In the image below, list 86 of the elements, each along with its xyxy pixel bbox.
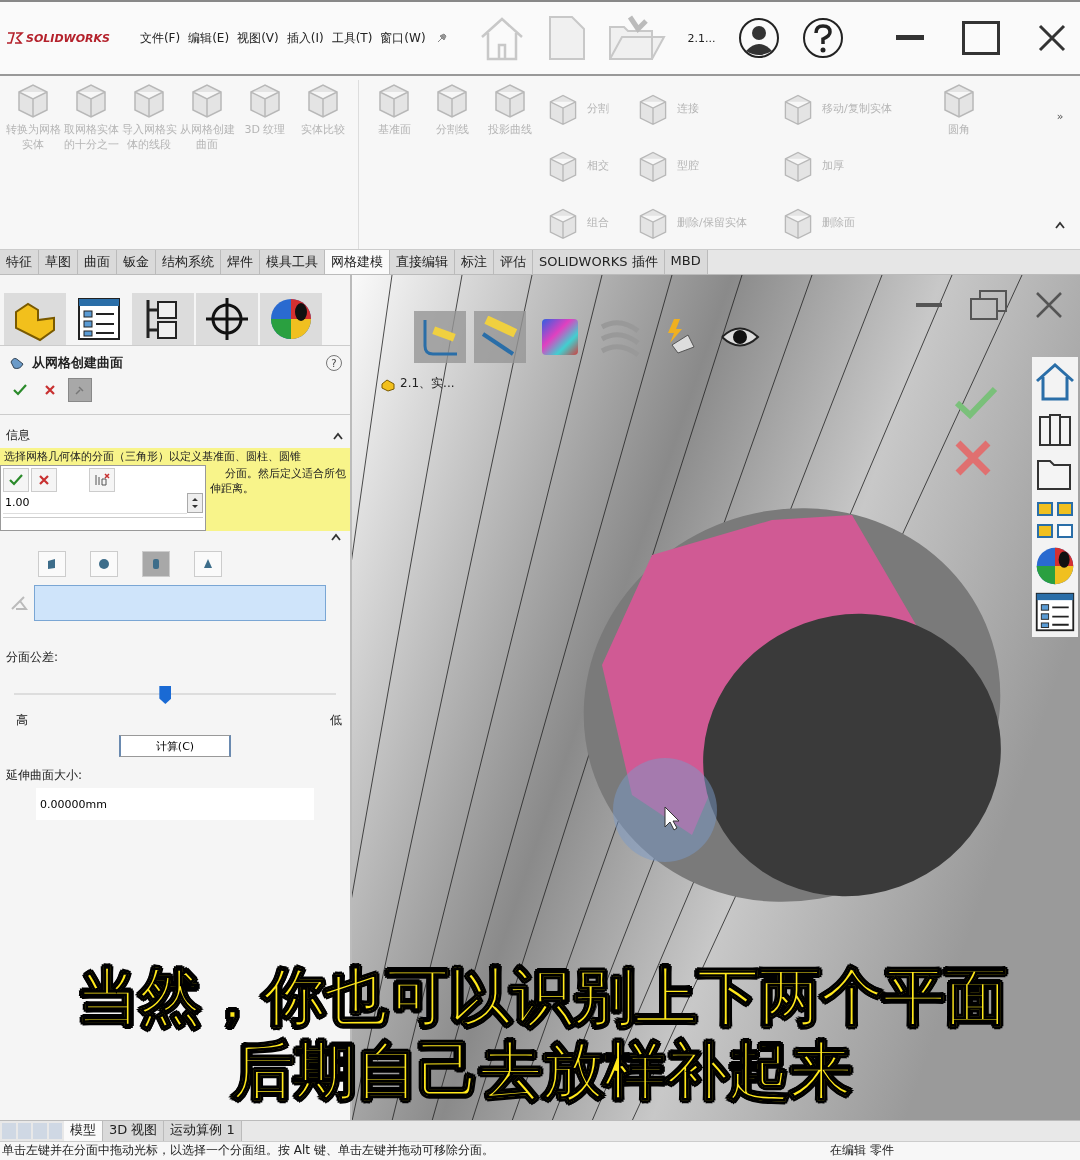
list-icon bbox=[76, 296, 122, 342]
ribbon-tab[interactable]: 标注 bbox=[455, 250, 494, 274]
ribbon-tab[interactable]: MBD bbox=[664, 250, 708, 274]
check-icon[interactable] bbox=[954, 385, 998, 419]
crosshair-icon bbox=[204, 296, 250, 342]
cancel-button[interactable] bbox=[31, 468, 57, 492]
ribbon-tab[interactable]: 焊件 bbox=[221, 250, 260, 274]
document-name[interactable]: 2.1... bbox=[687, 31, 716, 45]
color-ball-icon bbox=[268, 296, 314, 342]
minimize-icon[interactable] bbox=[896, 35, 924, 41]
plane-icon bbox=[46, 558, 58, 570]
shape-button[interactable] bbox=[90, 551, 118, 577]
subtitle-text: 当然，你也可以识别上下两个平面 bbox=[77, 960, 1007, 1034]
check-icon bbox=[9, 474, 23, 486]
tree-item[interactable]: 2.1、实... bbox=[400, 375, 455, 392]
cross-icon bbox=[39, 475, 49, 485]
info-text: 选择网格几何体的分面（三角形）以定义基准面、圆柱、圆锥 bbox=[0, 448, 350, 465]
shape-button[interactable] bbox=[142, 551, 170, 577]
shape-button[interactable] bbox=[38, 551, 66, 577]
user-icon[interactable] bbox=[737, 17, 780, 59]
ribbon-tab[interactable]: 模具工具 bbox=[260, 250, 325, 274]
help-icon[interactable] bbox=[801, 17, 844, 59]
section-heading: 信息 bbox=[6, 427, 30, 444]
pin-icon[interactable] bbox=[435, 32, 448, 44]
check-icon bbox=[13, 384, 27, 396]
slider-label: 低 bbox=[330, 712, 342, 729]
spin-arrows-icon bbox=[191, 496, 199, 510]
close-icon[interactable] bbox=[1038, 24, 1066, 52]
collapse-icon[interactable] bbox=[330, 533, 342, 541]
info-text: 伸距离。 bbox=[210, 481, 255, 496]
extend-size-field[interactable]: 0.00000mm bbox=[36, 788, 314, 820]
folder-icon[interactable] bbox=[1036, 457, 1074, 491]
info-text: 分面。然后定义适合所包 bbox=[225, 466, 346, 481]
menu-item[interactable]: 编辑(E) bbox=[184, 29, 234, 47]
ok-button[interactable] bbox=[3, 468, 29, 492]
cone-icon bbox=[202, 558, 214, 570]
subtitle-text: 后期自己去放样补起来 bbox=[232, 1034, 852, 1108]
shape-button[interactable] bbox=[194, 551, 222, 577]
panel-tab[interactable] bbox=[260, 293, 322, 345]
field-label: 延伸曲面大小: bbox=[5, 767, 84, 784]
logo-text: SOLIDWORKS bbox=[26, 31, 110, 45]
panel-tab[interactable] bbox=[132, 293, 194, 345]
maximize-icon[interactable] bbox=[962, 21, 1000, 55]
model-tab[interactable]: 运动算例 1 bbox=[164, 1121, 242, 1141]
more-tools-button[interactable]: » bbox=[1056, 110, 1064, 123]
status-message: 单击左键并在分面中拖动光标，以选择一个分面组。按 Alt 键、单击左键并拖动可移除分面。 bbox=[2, 1142, 494, 1159]
panel-title: 从网格创建曲面 bbox=[32, 354, 124, 372]
ribbon-tab[interactable]: 直接编辑 bbox=[390, 250, 455, 274]
ribbon-tab[interactable]: 网格建模 bbox=[325, 250, 390, 274]
ribbon-tab[interactable]: 钣金 bbox=[117, 250, 156, 274]
compute-button[interactable]: 计算(C) bbox=[119, 735, 231, 757]
home-icon[interactable] bbox=[1035, 363, 1075, 401]
reverse-icon bbox=[94, 473, 110, 487]
collapse-icon[interactable] bbox=[332, 431, 344, 440]
ribbon-tab[interactable]: SOLIDWORKS 插件 bbox=[533, 250, 665, 274]
pin-icon bbox=[75, 385, 85, 395]
slider-label: 高 bbox=[16, 712, 28, 729]
menu-item[interactable]: 文件(F) bbox=[135, 29, 185, 47]
cylinder-icon bbox=[150, 558, 162, 570]
slider-thumb[interactable] bbox=[159, 686, 172, 704]
menu-item[interactable]: 视图(V) bbox=[233, 29, 283, 47]
sphere-icon bbox=[98, 558, 110, 570]
ribbon-tab[interactable]: 曲面 bbox=[78, 250, 117, 274]
panel-tab[interactable] bbox=[196, 293, 258, 345]
restore-icon[interactable] bbox=[970, 289, 1008, 321]
reverse-button[interactable] bbox=[89, 468, 115, 492]
cross-icon bbox=[45, 385, 55, 395]
logo-mark-icon bbox=[6, 31, 24, 45]
menu-item[interactable]: 窗口(W) bbox=[376, 29, 430, 47]
spin-button[interactable] bbox=[187, 493, 203, 513]
menu-item[interactable]: 插入(I) bbox=[282, 29, 328, 47]
selection-icon bbox=[10, 595, 28, 611]
collapse-icon[interactable] bbox=[1054, 221, 1066, 229]
model-tab[interactable]: 模型 bbox=[64, 1121, 103, 1141]
menu-item[interactable]: 工具(T) bbox=[327, 29, 377, 47]
ribbon-tab[interactable]: 草图 bbox=[39, 250, 78, 274]
ribbon-tab[interactable]: 特征 bbox=[0, 250, 39, 274]
tolerance-popup[interactable]: 1.00 bbox=[0, 465, 206, 531]
rainbow-icon[interactable] bbox=[540, 317, 580, 357]
layout-icon[interactable] bbox=[1036, 501, 1074, 539]
field-label: 分面公差: bbox=[5, 649, 60, 666]
ribbon-tab[interactable]: 结构系统 bbox=[156, 250, 221, 274]
model-tab[interactable]: 3D 视图 bbox=[103, 1121, 165, 1141]
ribbon-tab[interactable]: 评估 bbox=[494, 250, 533, 274]
cursor-icon bbox=[664, 806, 680, 831]
status-mode: 在编辑 零件 bbox=[830, 1142, 894, 1159]
